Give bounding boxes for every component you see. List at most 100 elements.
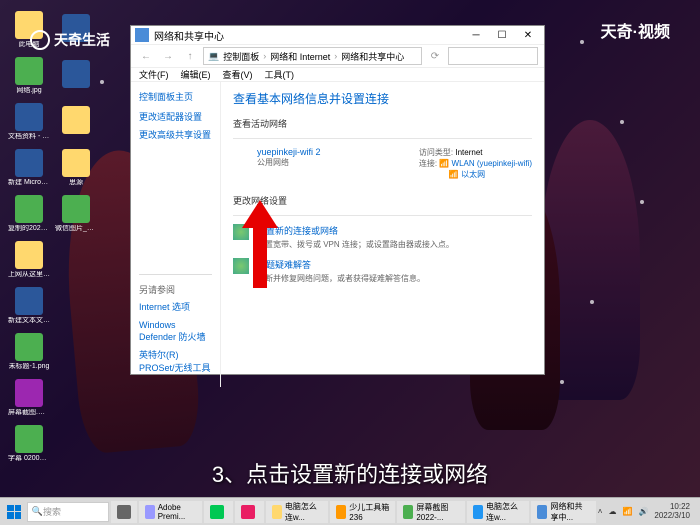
network-name[interactable]: yuepinkeji-wifi 2 [257,147,407,157]
icon-label: 未标题-1.png [9,363,50,370]
breadcrumb-icon: 💻 [208,51,219,62]
task-icon [336,505,346,519]
desktop-icons: 此电脑网络.jpg文档资料 - 072030...新建 Microsoft...… [8,8,50,464]
desktop-icon[interactable]: 新建文本文档.txt [8,284,50,326]
access-value: Internet [455,148,482,157]
desktop-icon[interactable]: 网络.jpg [8,54,50,96]
breadcrumb[interactable]: 网络和共享中心 [341,50,404,63]
task-icon [473,505,483,519]
task-view-button[interactable] [111,501,137,523]
desktop-icon[interactable] [55,100,97,142]
file-icon [15,287,43,315]
taskbar-task[interactable]: Adobe Premi... [139,501,202,523]
sidebar-adapter-settings[interactable]: 更改适配器设置 [139,111,212,124]
tray-chevron-icon[interactable]: ˄ [598,507,603,516]
icon-label: 上网从这里开始.html [8,271,50,278]
titlebar[interactable]: 网络和共享中心 ─ ☐ ✕ [131,26,544,45]
menu-edit[interactable]: 编辑(E) [181,68,211,81]
taskbar-task[interactable]: 网络和共享中... [531,501,595,523]
menu-file[interactable]: 文件(F) [139,68,169,81]
icon-label: 网络.jpg [16,87,41,94]
wlan-link[interactable]: WLAN (yuepinkeji-wifi) [452,159,532,168]
taskbar-task[interactable]: 电脑怎么连w... [467,501,529,523]
icon-label: 微信图片_20220... [55,225,97,232]
task-label: 电脑怎么连w... [285,501,322,523]
menu-view[interactable]: 查看(V) [223,68,253,81]
sidebar-section: 另请参阅 [139,283,212,296]
troubleshoot-desc: 诊断并修复网络问题，或者获得疑难解答信息。 [257,273,425,284]
file-icon [15,333,43,361]
breadcrumb[interactable]: 控制面板 [223,50,259,63]
icon-label: 复制的2021 最新PNG 020000.png [8,225,50,232]
sidebar: 控制面板主页 更改适配器设置 更改高级共享设置 另请参阅 Internet 选项… [131,82,221,387]
search-input[interactable] [448,47,538,65]
task-label: 网络和共享中... [550,501,589,523]
file-icon [15,103,43,131]
menu-tools[interactable]: 工具(T) [265,68,295,81]
troubleshoot-link[interactable]: 问题疑难解答 [257,258,425,271]
taskbar-task[interactable] [235,501,264,523]
desktop-icon[interactable]: 未标题-1.png [8,330,50,372]
network-sharing-window: 网络和共享中心 ─ ☐ ✕ ← → ↑ 💻 控制面板› 网络和 Internet… [130,25,545,375]
file-icon [15,379,43,407]
file-icon [62,106,90,134]
icon-label: 新建文本文档.txt [8,317,50,324]
task-icon [403,505,413,519]
desktop-icon[interactable]: 文档资料 - 072030... [8,100,50,142]
taskbar-task[interactable]: 少儿工具箱 236 [330,501,395,523]
desktop-icon[interactable]: 新建 Microsoft... [8,146,50,188]
sidebar-firewall[interactable]: Windows Defender 防火墙 [139,319,212,344]
desktop-icon[interactable]: 屏幕截图.mp4 [8,376,50,418]
clock[interactable]: 10:22 2022/3/10 [654,503,690,521]
conn-label: 连接: [419,159,437,168]
watermark-left: 天奇生活 [30,30,110,50]
sidebar-proset[interactable]: 英特尔(R) PROSet/无线工具 [139,349,212,374]
desktop-icon[interactable]: 思源 [55,146,97,188]
breadcrumb[interactable]: 网络和 Internet [270,50,330,63]
volume-icon[interactable]: 🔊 [638,507,648,516]
icon-label: 新建 Microsoft... [8,179,50,186]
new-connection-desc: 设置宽带、拨号或 VPN 连接；或设置路由器或接入点。 [257,239,454,250]
sidebar-sharing-settings[interactable]: 更改高级共享设置 [139,129,212,142]
icon-label: 文档资料 - 072030... [8,133,50,140]
forward-button[interactable]: → [159,47,177,65]
ethernet-link[interactable]: 以太网 [461,170,485,179]
taskbar-search[interactable]: 🔍 搜索 [27,502,109,522]
tutorial-arrow [242,200,278,288]
task-icon [210,505,224,519]
new-connection-link[interactable]: 设置新的连接或网络 [257,224,454,237]
minimize-button[interactable]: ─ [464,26,488,44]
wifi-icon[interactable]: 📶 [622,507,632,516]
desktop-icon[interactable]: 上网从这里开始.html [8,238,50,280]
tutorial-caption: 3、点击设置新的连接或网络 [0,457,700,489]
address-bar[interactable]: 💻 控制面板› 网络和 Internet› 网络和共享中心 [203,47,422,65]
file-icon [15,57,43,85]
task-label: 电脑怎么连w... [486,501,523,523]
sidebar-home[interactable]: 控制面板主页 [139,90,212,103]
taskbar-task[interactable]: 屏幕截图2022-... [397,501,465,523]
active-networks-title: 查看活动网络 [233,117,532,130]
file-icon [62,195,90,223]
back-button[interactable]: ← [137,47,155,65]
close-button[interactable]: ✕ [516,26,540,44]
onedrive-icon[interactable]: ☁ [608,507,616,516]
system-tray[interactable]: ˄ ☁ 📶 🔊 10:22 2022/3/10 [598,503,696,521]
file-icon [15,425,43,453]
refresh-button[interactable]: ⟳ [426,47,444,65]
watermark-right: 天奇·视频 [601,18,670,42]
desktop-icon[interactable] [55,54,97,96]
start-button[interactable] [4,501,25,523]
task-icon [537,505,547,519]
taskbar-task[interactable] [204,501,233,523]
task-icon [272,505,282,519]
file-icon [15,241,43,269]
up-button[interactable]: ↑ [181,47,199,65]
taskbar-task[interactable]: 电脑怎么连w... [266,501,328,523]
file-icon [62,149,90,177]
sidebar-internet-options[interactable]: Internet 选项 [139,301,212,314]
maximize-button[interactable]: ☐ [490,26,514,44]
desktop-icon[interactable]: 微信图片_20220... [55,192,97,234]
file-icon [15,149,43,177]
desktop-icon[interactable]: 复制的2021 最新PNG 020000.png [8,192,50,234]
taskbar: 🔍 搜索 Adobe Premi... 电脑怎么连w... 少儿工具箱 236屏幕截… [0,497,700,525]
